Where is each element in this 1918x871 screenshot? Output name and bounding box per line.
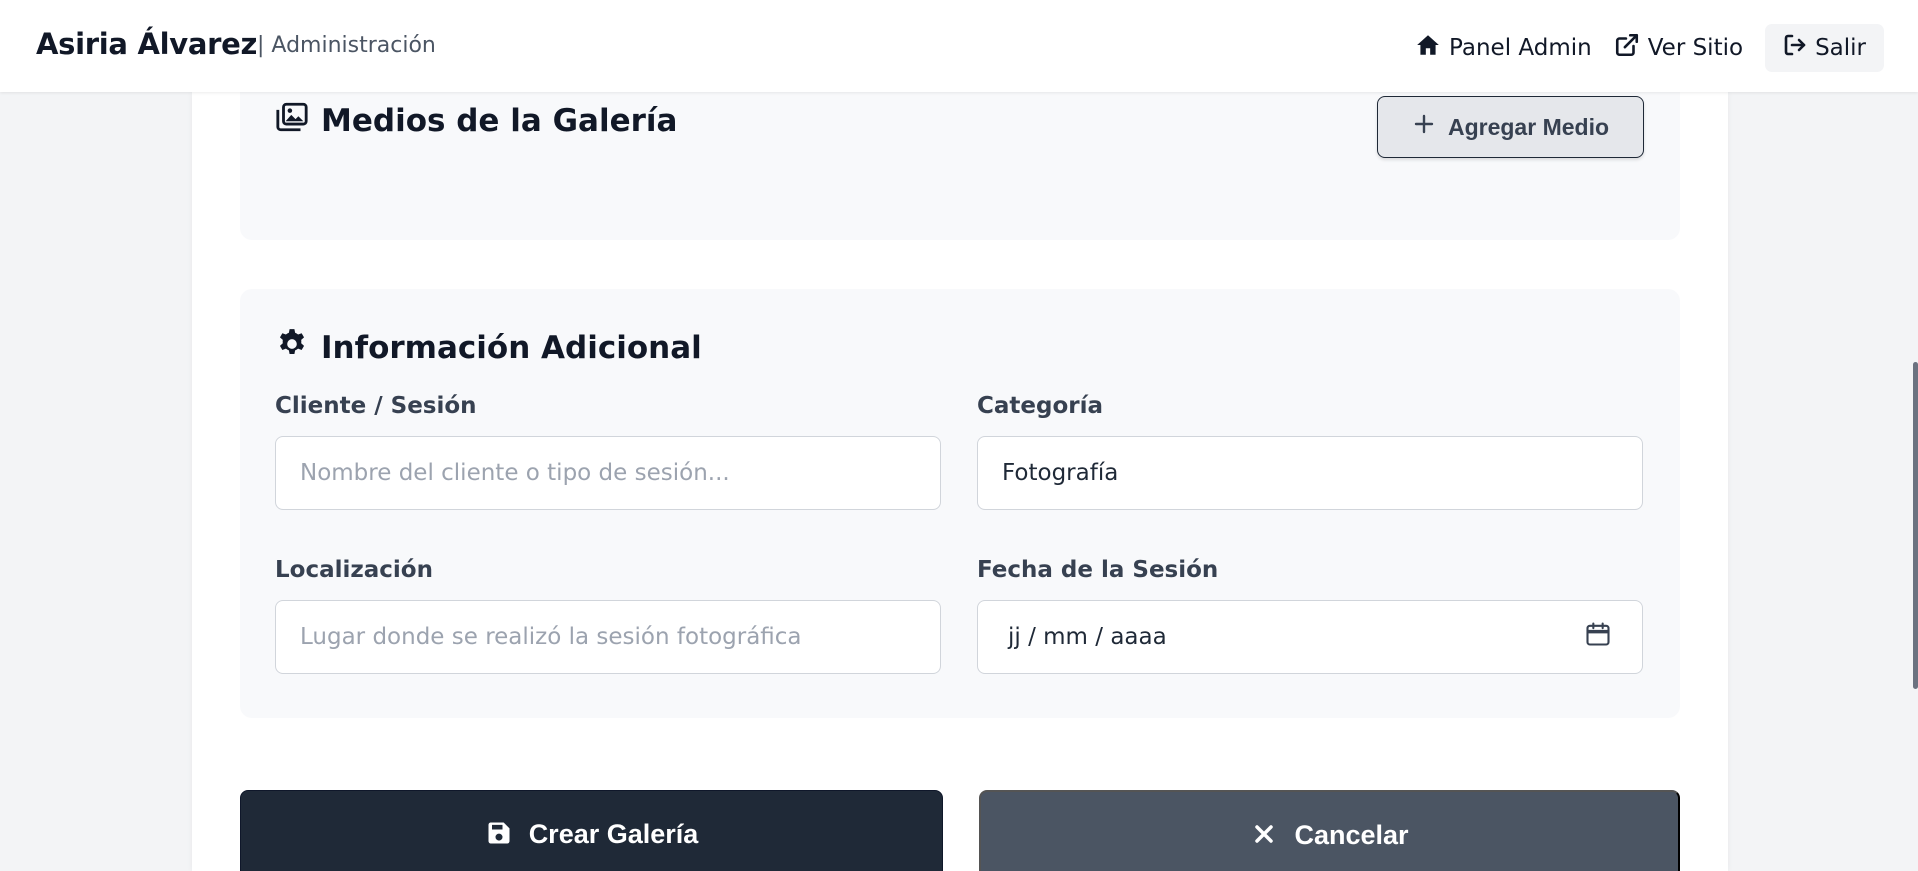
fecha-placeholder: jj / mm / aaaa xyxy=(1008,624,1167,650)
nav-ver-sitio[interactable]: Ver Sitio xyxy=(1614,25,1743,71)
additional-info-section: Información Adicional Cliente / Sesión N… xyxy=(240,289,1680,718)
images-icon xyxy=(275,100,309,142)
nav-panel-admin-label: Panel Admin xyxy=(1449,35,1592,61)
save-icon xyxy=(485,819,513,854)
external-link-icon xyxy=(1614,32,1640,64)
create-gallery-button[interactable]: Crear Galería xyxy=(240,790,943,871)
brand-subtitle: | Administración xyxy=(257,33,436,58)
create-gallery-label: Crear Galería xyxy=(528,819,699,849)
cliente-label: Cliente / Sesión xyxy=(275,393,477,419)
gallery-form-card: Medios de la Galería Agregar Medio Infor… xyxy=(192,72,1728,871)
logout-label: Salir xyxy=(1815,35,1866,61)
page-scrollbar-thumb[interactable] xyxy=(1913,362,1918,689)
calendar-icon[interactable] xyxy=(1584,620,1612,654)
cancel-label: Cancelar xyxy=(1294,820,1409,850)
brand-name[interactable]: Asiria Álvarez xyxy=(36,27,257,61)
info-section-title: Información Adicional xyxy=(275,327,702,369)
categoria-value: Fotografía xyxy=(1002,460,1119,486)
close-icon xyxy=(1250,820,1278,855)
localizacion-placeholder: Lugar donde se realizó la sesión fotográ… xyxy=(300,624,802,650)
info-section-title-text: Información Adicional xyxy=(321,330,702,366)
cancel-button[interactable]: Cancelar xyxy=(979,790,1680,871)
cliente-input[interactable]: Nombre del cliente o tipo de sesión... xyxy=(275,436,941,510)
cliente-placeholder: Nombre del cliente o tipo de sesión... xyxy=(300,460,730,486)
logout-icon xyxy=(1783,33,1807,63)
localizacion-label: Localización xyxy=(275,557,433,583)
add-media-button[interactable]: Agregar Medio xyxy=(1377,96,1644,158)
media-section: Medios de la Galería Agregar Medio xyxy=(240,72,1680,240)
fecha-input[interactable]: jj / mm / aaaa xyxy=(977,600,1643,674)
media-section-title-text: Medios de la Galería xyxy=(321,103,678,139)
logout-button[interactable]: Salir xyxy=(1765,24,1884,72)
add-media-label: Agregar Medio xyxy=(1447,113,1610,140)
nav-ver-sitio-label: Ver Sitio xyxy=(1647,35,1744,61)
home-icon xyxy=(1415,32,1441,64)
plus-icon xyxy=(1412,112,1436,142)
gear-icon xyxy=(275,327,309,369)
media-section-title: Medios de la Galería xyxy=(275,100,677,142)
header-nav: Panel Admin Ver Sitio Salir xyxy=(1393,24,1884,72)
nav-panel-admin[interactable]: Panel Admin xyxy=(1415,25,1592,71)
categoria-input[interactable]: Fotografía xyxy=(977,436,1643,510)
fecha-label: Fecha de la Sesión xyxy=(977,557,1219,583)
top-navbar: Asiria Álvarez | Administración Panel Ad… xyxy=(0,0,1918,92)
categoria-label: Categoría xyxy=(977,393,1104,419)
localizacion-input[interactable]: Lugar donde se realizó la sesión fotográ… xyxy=(275,600,941,674)
